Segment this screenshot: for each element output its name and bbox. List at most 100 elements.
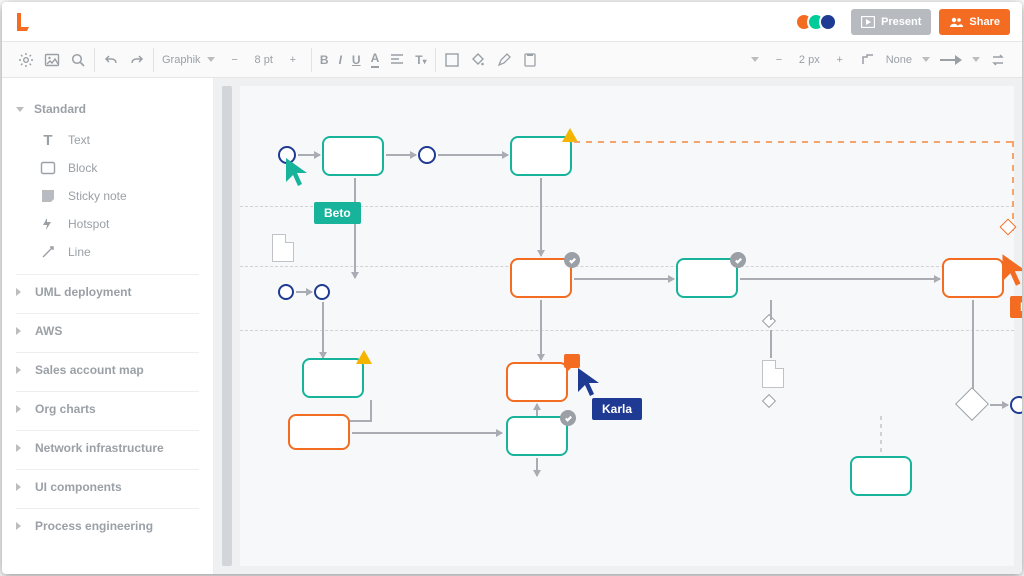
present-button[interactable]: Present [851,9,931,35]
avatar[interactable] [819,13,837,31]
logo-icon[interactable] [14,11,32,33]
connector[interactable] [438,154,508,156]
size-minus[interactable]: − [225,54,245,66]
sidebar-category-process[interactable]: Process engineering [16,513,199,539]
text-tool-icon[interactable]: T▾ [415,53,426,67]
sidebar-category-ui[interactable]: UI components [16,474,199,500]
sidebar-item-text[interactable]: T Text [40,126,199,154]
size-plus[interactable]: + [283,54,303,66]
stroke-minus[interactable]: − [769,54,789,66]
shape-library-sidebar: Standard T Text Block Sticky note [2,78,214,574]
sidebar-category-standard[interactable]: Standard [16,96,199,122]
image-icon[interactable] [44,52,60,68]
connector[interactable] [972,300,974,394]
task-block[interactable] [850,456,912,496]
undo-icon[interactable] [103,52,119,68]
redo-icon[interactable] [129,52,145,68]
sidebar-item-sticky-note[interactable]: Sticky note [40,182,199,210]
sidebar-item-hotspot[interactable]: Hotspot [40,210,199,238]
sidebar-category-sales[interactable]: Sales account map [16,357,199,383]
end-event[interactable] [1010,396,1022,414]
connector[interactable] [536,458,538,476]
stroke-width[interactable]: 2 px [799,54,820,66]
connector[interactable] [574,278,674,280]
sidebar-item-block[interactable]: Block [40,154,199,182]
line-end-select[interactable]: None [886,54,912,66]
document-icon[interactable] [272,234,294,262]
sidebar-item-line[interactable]: Line [40,238,199,266]
connector[interactable] [296,291,312,293]
swap-ends-icon[interactable] [990,52,1006,68]
text-color-icon[interactable]: A [371,51,380,68]
connector[interactable] [354,178,356,278]
align-icon[interactable] [389,52,405,68]
canvas[interactable]: Beto Karla Dax [240,86,1014,566]
sidebar-category-uml[interactable]: UML deployment [16,279,199,305]
pen-icon[interactable] [496,52,512,68]
presence-avatars[interactable] [801,13,837,31]
connector[interactable] [540,300,542,360]
connector[interactable] [740,278,940,280]
line-preview-icon[interactable] [940,55,962,65]
line-icon [40,244,56,260]
task-block[interactable] [510,136,572,176]
connector[interactable] [880,416,882,454]
intermediate-event[interactable] [314,284,330,300]
border-icon[interactable] [444,52,460,68]
task-block[interactable] [506,362,568,402]
collaborator-label: Beto [314,202,361,224]
share-button[interactable]: Share [939,9,1010,35]
search-icon[interactable] [70,52,86,68]
task-block[interactable] [510,258,572,298]
chevron-down-icon[interactable] [922,57,930,62]
italic-icon[interactable]: I [339,53,342,67]
connector[interactable] [386,154,416,156]
start-event[interactable] [278,284,294,300]
sidebar-category-aws[interactable]: AWS [16,318,199,344]
canvas-area[interactable]: Beto Karla Dax [214,78,1022,574]
connector[interactable] [536,404,538,416]
paste-style-icon[interactable] [522,52,538,68]
chevron-right-icon [16,405,25,413]
gateway[interactable] [955,387,989,421]
connector[interactable] [352,432,502,434]
connector[interactable] [370,400,372,420]
sidebar-category-network[interactable]: Network infrastructure [16,435,199,461]
message-flow[interactable] [1012,141,1014,231]
task-block[interactable] [322,136,384,176]
gateway[interactable] [1000,219,1017,236]
task-block[interactable] [942,258,1004,298]
connector[interactable] [540,178,542,256]
stroke-plus[interactable]: + [830,54,850,66]
chevron-down-icon[interactable] [972,57,980,62]
text-icon: T [40,132,56,148]
document-icon[interactable] [762,360,784,388]
chevron-down-icon[interactable] [751,57,759,62]
fill-icon[interactable] [470,52,486,68]
chevron-right-icon [16,483,25,491]
line-routing-icon[interactable] [860,52,876,68]
app-body: Standard T Text Block Sticky note [2,78,1022,574]
task-block[interactable] [676,258,738,298]
font-select[interactable]: Graphik [162,54,215,66]
sidebar-category-org[interactable]: Org charts [16,396,199,422]
message-flow[interactable] [574,141,1014,143]
intermediate-event[interactable] [418,146,436,164]
gateway[interactable] [762,394,776,408]
checkmark-icon [560,410,576,426]
connector[interactable] [990,404,1008,406]
gear-icon[interactable] [18,52,34,68]
bold-icon[interactable]: B [320,53,329,67]
collaborator-cursor [1000,252,1022,288]
task-block[interactable] [288,414,350,450]
font-size[interactable]: 8 pt [255,54,273,66]
connector[interactable] [770,330,772,358]
connector[interactable] [322,302,324,358]
task-block[interactable] [302,358,364,398]
gateway[interactable] [762,314,776,328]
underline-icon[interactable]: U [352,53,361,67]
task-block[interactable] [506,416,568,456]
app-header: Present Share [2,2,1022,42]
connector[interactable] [770,300,772,320]
block-icon [40,160,56,176]
